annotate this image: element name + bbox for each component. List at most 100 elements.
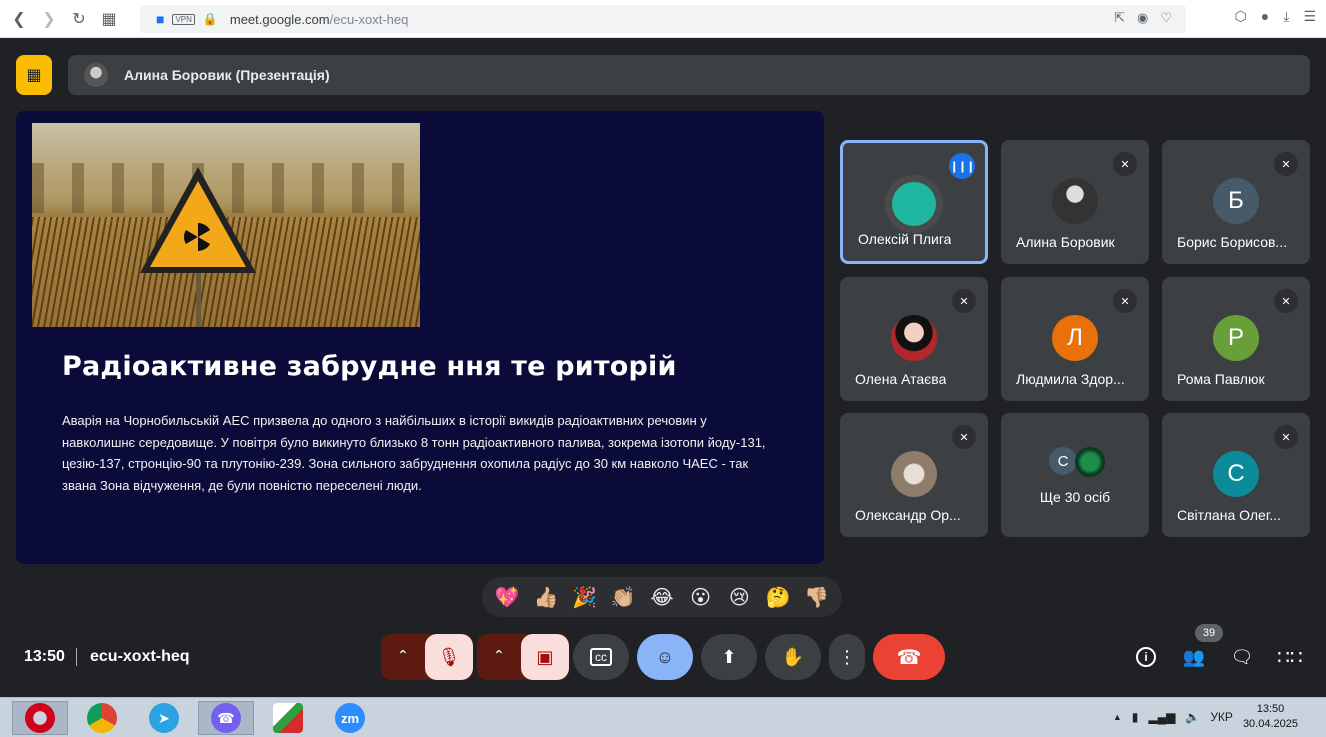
forward-icon[interactable]: ❯	[38, 8, 60, 30]
participant-tile[interactable]: ✕ Олена Атаєва	[840, 277, 988, 401]
meeting-time: 13:50	[24, 648, 65, 665]
presentation-off-icon[interactable]: ▦	[16, 55, 52, 95]
lock-icon[interactable]: 🔒	[203, 12, 218, 26]
taskbar-chrome[interactable]	[74, 701, 130, 735]
notifications-icon[interactable]	[1308, 702, 1316, 732]
heart-icon[interactable]: ♡	[1160, 10, 1172, 26]
reaction-thinking[interactable]: 🤔	[761, 585, 795, 610]
participant-tile[interactable]: Р ✕ Рома Павлюк	[1162, 277, 1310, 401]
reaction-crying[interactable]: 😢	[722, 585, 756, 610]
meeting-details-button[interactable]: i	[1129, 640, 1163, 674]
present-screen-icon: ⬆	[721, 646, 737, 667]
profile-icon[interactable]: ●	[1261, 8, 1269, 25]
reaction-thumbs-up[interactable]: 👍🏼	[529, 585, 563, 610]
reaction-party-popper[interactable]: 🎉	[568, 585, 602, 610]
speaking-indicator-icon: ❙❙❙	[949, 153, 975, 179]
participant-name: Людмила Здор...	[1016, 371, 1125, 387]
participant-tile[interactable]: Л ✕ Людмила Здор...	[1001, 277, 1149, 401]
participant-tile[interactable]: ✕ Алина Боровик	[1001, 140, 1149, 264]
participant-tile[interactable]: Б ✕ Борис Борисов...	[1162, 140, 1310, 264]
info-icon: i	[1136, 647, 1156, 667]
reaction-thumbs-down[interactable]: 👎🏼	[800, 585, 834, 610]
mic-toggle-button[interactable]: 🎙	[425, 634, 473, 680]
vpn-badge[interactable]: VPN	[172, 13, 195, 25]
tabs-grid-icon[interactable]: ▦	[98, 8, 120, 30]
end-call-button[interactable]: ☎	[873, 634, 945, 680]
url-path: /ecu-xoxt-heq	[329, 11, 409, 27]
camera-options-chevron-icon[interactable]: ⌃	[493, 647, 505, 664]
presentation-slide: Радіоактивне забрудне ння те риторій Ава…	[16, 111, 824, 564]
settings-icon[interactable]: ☰	[1303, 8, 1316, 25]
divider	[76, 648, 77, 666]
emoji-icon: ☺	[655, 646, 675, 667]
mic-options-chevron-icon[interactable]: ⌃	[397, 647, 409, 664]
participant-name: Борис Борисов...	[1177, 234, 1288, 250]
tray-expand-icon[interactable]: ▲	[1113, 712, 1122, 722]
participant-tile[interactable]: ✕ Олександр Ор...	[840, 413, 988, 537]
reaction-surprised[interactable]: 😮	[684, 585, 718, 610]
clock-date: 30.04.2025	[1242, 718, 1298, 730]
taskbar-viber[interactable]: ☎	[198, 701, 254, 735]
camera-control-group: ⌃ ▣	[477, 634, 569, 680]
app-icon	[273, 703, 303, 733]
download-icon[interactable]: ⤓	[1283, 8, 1289, 25]
mic-off-icon: ✕	[1274, 425, 1298, 449]
battery-icon[interactable]: ▮	[1132, 710, 1139, 724]
participant-tile[interactable]: С ✕ Світлана Олег...	[1162, 413, 1310, 537]
chat-button[interactable]: 🗨	[1225, 640, 1259, 674]
back-icon[interactable]: ❮	[8, 8, 30, 30]
camera-toggle-button[interactable]: ▣	[521, 634, 569, 680]
participant-name: Рома Павлюк	[1177, 371, 1265, 387]
language-indicator[interactable]: УКР	[1210, 710, 1233, 724]
taskbar-zoom[interactable]: zm	[322, 701, 378, 735]
apps-grid-icon: ∷∷	[1277, 646, 1303, 669]
clock-time: 13:50	[1256, 703, 1285, 715]
activities-button[interactable]: ∷∷	[1273, 640, 1307, 674]
more-avatar: С	[1049, 447, 1077, 475]
taskbar-telegram[interactable]: ➤	[136, 701, 192, 735]
reload-icon[interactable]: ↻	[68, 8, 90, 30]
participant-tile[interactable]: ❙❙❙ Олексій Плига	[840, 140, 988, 264]
opera-icon	[25, 703, 55, 733]
emoji-button[interactable]: ☺	[637, 634, 693, 680]
participant-name: Олексій Плига	[858, 231, 952, 247]
captions-button[interactable]: cc	[573, 634, 629, 680]
slide-body: Аварія на Чорнобильській АЕС призвела до…	[62, 413, 766, 493]
browser-toolbar: ❮ ❯ ↻ ▦ ■ VPN 🔒 meet.google.com/ecu-xoxt…	[0, 0, 1326, 38]
phone-hangup-icon: ☎	[896, 646, 922, 669]
more-vert-icon: ⋮	[838, 646, 856, 667]
mic-off-icon: ✕	[952, 289, 976, 313]
avatar: Л	[1052, 315, 1098, 361]
people-button[interactable]: 👥	[1177, 640, 1211, 674]
share-icon[interactable]: ⇱	[1114, 10, 1125, 26]
taskbar-opera[interactable]	[12, 701, 68, 735]
address-bar[interactable]: ■ VPN 🔒 meet.google.com/ecu-xoxt-heq ⇱ ◉…	[140, 5, 1186, 33]
participant-name: Олена Атаєва	[855, 371, 947, 387]
radiation-photo	[32, 123, 420, 327]
volume-icon[interactable]: 🔈	[1185, 710, 1200, 724]
meeting-controls: 13:50 ecu-xoxt-heq ⌃ 🎙 ⌃ ▣ cc ☺ ⬆ ✋ ⋮ ☎ …	[0, 624, 1326, 688]
mic-off-icon: ✕	[1274, 152, 1298, 176]
reaction-joy[interactable]: 😂	[645, 585, 679, 610]
participant-name: Алина Боровик	[1016, 234, 1115, 250]
more-participants-label: Ще 30 осіб	[1039, 489, 1111, 505]
system-clock[interactable]: 13:50 30.04.2025	[1243, 702, 1298, 732]
camera-icon: ■	[156, 11, 165, 27]
raise-hand-button[interactable]: ✋	[765, 634, 821, 680]
avatar	[885, 175, 943, 233]
more-options-button[interactable]: ⋮	[829, 634, 865, 680]
presenter-bar: Алина Боровик (Презентація)	[68, 55, 1310, 95]
taskbar-app[interactable]	[260, 701, 316, 735]
captions-icon: cc	[590, 648, 612, 666]
zoom-icon: zm	[335, 703, 365, 733]
snapshot-icon[interactable]: ◉	[1137, 10, 1148, 26]
signal-icon[interactable]: ▂▄▆	[1148, 710, 1175, 724]
present-button[interactable]: ⬆	[701, 634, 757, 680]
presenter-avatar	[84, 63, 108, 87]
reaction-sparkling-heart[interactable]: 💖	[490, 585, 524, 610]
more-participants-tile[interactable]: С Ще 30 осіб	[1001, 413, 1149, 537]
cube-icon[interactable]: ⬡	[1235, 8, 1247, 25]
reaction-clapping[interactable]: 👏🏼	[606, 585, 640, 610]
chat-icon: 🗨	[1230, 646, 1254, 667]
url-text[interactable]: meet.google.com/ecu-xoxt-heq	[230, 12, 409, 27]
